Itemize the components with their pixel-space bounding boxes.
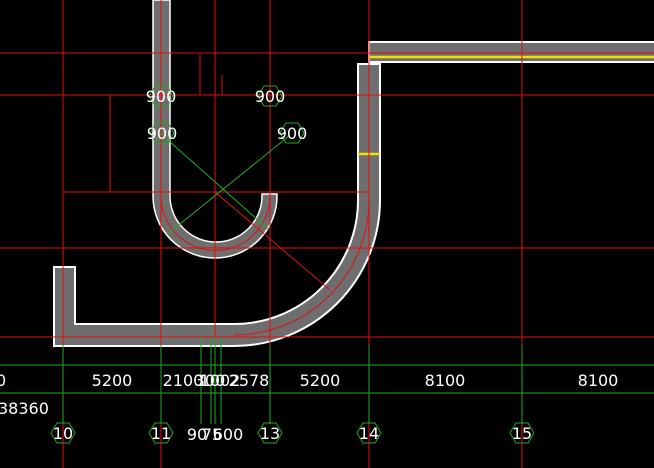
axis-lines (0, 0, 654, 468)
axis-labels: 10 11 13 14 15 (50, 422, 535, 444)
axis-bubble-text: 11 (151, 424, 171, 443)
axis-bubble-text: 10 (53, 424, 73, 443)
axis-bubble[interactable]: 10 (50, 422, 76, 444)
elevation-mark-text: 900 (255, 87, 286, 106)
dimension-text: 8100 (578, 371, 619, 390)
dimension-text: 5200 (92, 371, 133, 390)
dimension-text: 38360 (0, 399, 49, 418)
axis-bubble[interactable]: 11 (148, 422, 174, 444)
elevation-mark-text: 900 (277, 124, 308, 143)
elevation-mark[interactable]: 900 (277, 122, 308, 144)
elevation-mark[interactable]: 900 (255, 85, 286, 107)
top-beam (368, 41, 654, 63)
dimension-text: 5200 (300, 371, 341, 390)
axis-bubble-text: 14 (359, 424, 379, 443)
dimension-text: 2578 (229, 371, 270, 390)
dimension-text: 600 (213, 425, 244, 444)
axis-bubble[interactable]: 13 (257, 422, 283, 444)
elevation-mark[interactable]: 900 (147, 122, 178, 144)
elevation-mark[interactable]: 900 (146, 85, 177, 107)
elevation-mark-text: 900 (146, 87, 177, 106)
axis-bubble-text: 13 (260, 424, 280, 443)
dimension-text: 8100 (425, 371, 466, 390)
wall-bands (53, 0, 654, 347)
axis-bubble-text: 15 (512, 424, 532, 443)
axis-bubble[interactable]: 15 (509, 422, 535, 444)
cad-drawing-canvas[interactable]: 900 900 900 900 0 5200 2100 300 1002 257… (0, 0, 654, 468)
highlight-lines (358, 55, 654, 156)
elevation-mark-text: 900 (147, 124, 178, 143)
axis-bubble[interactable]: 14 (356, 422, 382, 444)
dimension-text: 0 (0, 371, 6, 390)
right-curved-wall (53, 63, 381, 347)
